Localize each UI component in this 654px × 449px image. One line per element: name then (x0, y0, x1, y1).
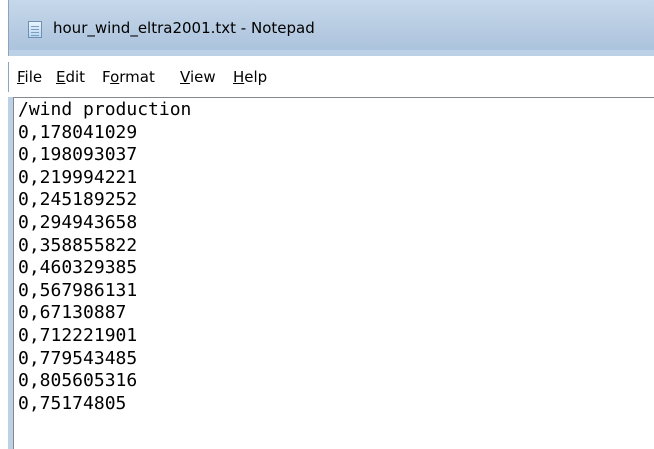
text-line: 0,178041029 (18, 121, 138, 143)
window-title: hour_wind_eltra2001.txt - Notepad (53, 19, 315, 37)
menu-bar: File Edit Format View Help (8, 62, 654, 92)
text-line: 0,219994221 (18, 166, 138, 188)
title-bar[interactable]: hour_wind_eltra2001.txt - Notepad (8, 0, 654, 56)
menu-format[interactable]: Format (102, 68, 155, 86)
menu-view[interactable]: View (180, 68, 216, 86)
text-line: 0,805605316 (18, 370, 138, 392)
menu-help[interactable]: Help (233, 68, 267, 86)
text-line: 0,779543485 (18, 347, 138, 369)
text-line: /wind production (18, 99, 192, 120)
text-line: 0,294943658 (18, 211, 138, 233)
text-editor[interactable]: /wind production 0,178041029 0,198093037… (13, 97, 654, 449)
notepad-icon[interactable] (28, 21, 42, 38)
text-line: 0,198093037 (18, 144, 138, 166)
text-line: 0,75174805 (18, 392, 127, 414)
editor-text[interactable]: /wind production 0,178041029 0,198093037… (18, 99, 191, 415)
menu-file[interactable]: File (17, 68, 42, 86)
text-line: 0,712221901 (18, 324, 138, 346)
text-line: 0,567986131 (18, 279, 138, 301)
notepad-window: hour_wind_eltra2001.txt - Notepad File E… (0, 0, 654, 449)
text-line: 0,67130887 (18, 302, 127, 324)
text-line: 0,245189252 (18, 189, 138, 211)
text-line: 0,460329385 (18, 257, 138, 279)
text-line: 0,358855822 (18, 234, 138, 256)
menu-edit[interactable]: Edit (56, 68, 85, 86)
